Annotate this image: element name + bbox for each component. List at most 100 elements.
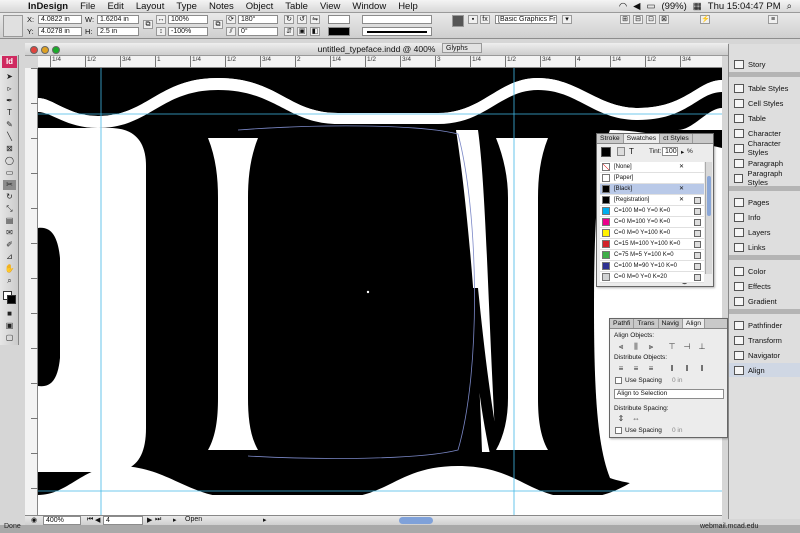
hand-tool-icon[interactable]: ✋ xyxy=(3,264,16,274)
align-top-icon[interactable]: ⊤ xyxy=(666,342,678,351)
rotate-tool-icon[interactable]: ↻ xyxy=(3,192,16,202)
panel-item[interactable]: Layers xyxy=(729,225,800,239)
distribute-bottom-icon[interactable]: ≡ xyxy=(645,364,657,373)
drop-shadow-icon[interactable]: ▪ xyxy=(468,15,478,24)
constrain-proportions-icon[interactable]: ⧉ xyxy=(143,20,153,29)
menu-table[interactable]: Table xyxy=(279,1,314,12)
distribute-right-icon[interactable]: ‖ xyxy=(696,364,708,373)
menu-object[interactable]: Object xyxy=(240,1,279,12)
h-field[interactable]: 2.5 in xyxy=(97,27,139,36)
swatch-row[interactable]: [Black] ✕ xyxy=(600,184,704,195)
stroke-swatch[interactable] xyxy=(328,27,350,36)
align-right-icon[interactable]: ⫸ xyxy=(645,342,657,351)
stroke-weight-field[interactable] xyxy=(362,15,432,24)
align-bottom-icon[interactable]: ⊥ xyxy=(696,342,708,351)
lock-scale-icon[interactable]: ⧉ xyxy=(213,20,223,29)
formatting-container-icon[interactable] xyxy=(617,147,625,156)
type-tool-icon[interactable]: T xyxy=(3,108,16,118)
menu-view[interactable]: View xyxy=(314,1,346,12)
swatch-fill-stroke-icon[interactable] xyxy=(601,147,611,157)
page-icon[interactable]: ◉ xyxy=(31,516,37,524)
panel-item[interactable]: Character xyxy=(729,126,800,140)
distribute-hspace-icon[interactable]: ⇔ xyxy=(630,414,642,423)
spacing-value-2[interactable]: 0 in xyxy=(672,427,682,434)
scale-x-field[interactable]: 100% xyxy=(168,15,208,24)
flag-icon[interactable]: ▦ xyxy=(693,1,702,12)
page-field[interactable]: 4 xyxy=(103,516,143,525)
line-tool-icon[interactable]: ╲ xyxy=(3,132,16,142)
zoom-field[interactable]: 400% xyxy=(43,516,81,525)
rotation-field[interactable]: 180° xyxy=(238,15,278,24)
panel-item[interactable]: Paragraph Styles xyxy=(729,169,800,187)
panel-menu-icon[interactable]: ≡ xyxy=(768,15,778,24)
tab-stroke[interactable]: Stroke xyxy=(597,134,624,143)
panel-item[interactable]: Table Styles xyxy=(729,81,800,95)
menu-window[interactable]: Window xyxy=(346,1,392,12)
stroke-color-icon[interactable] xyxy=(7,295,16,304)
zoom-tool-icon[interactable]: ⌕ xyxy=(3,276,16,286)
menu-file[interactable]: File xyxy=(74,1,101,12)
gradient-tool-icon[interactable]: ▤ xyxy=(3,216,16,226)
quick-apply-icon[interactable]: ⚡ xyxy=(700,15,710,24)
menu-help[interactable]: Help xyxy=(392,1,424,12)
clock[interactable]: Thu 15:04:47 PM xyxy=(708,1,781,12)
panel-item[interactable]: Pages xyxy=(729,195,800,209)
apply-color-icon[interactable]: ■ xyxy=(3,309,16,319)
swatch-row[interactable]: C=0 M=0 Y=100 K=0 xyxy=(600,228,704,239)
fill-proportionally-icon[interactable]: ⊠ xyxy=(659,15,669,24)
style-options-icon[interactable]: ▾ xyxy=(562,15,572,24)
swatch-row[interactable]: C=100 M=90 Y=10 K=0 xyxy=(600,261,704,272)
tab-align[interactable]: Align xyxy=(682,319,706,328)
swatch-row[interactable]: C=0 M=0 Y=0 K=20 xyxy=(600,272,704,283)
distribute-left-icon[interactable]: ‖ xyxy=(666,364,678,373)
swatch-row[interactable]: [Registration] ✕ xyxy=(600,195,704,206)
horizontal-scroll-thumb[interactable] xyxy=(399,517,433,524)
measure-tool-icon[interactable]: ⊿ xyxy=(3,252,16,262)
scale-y-field[interactable]: -100% xyxy=(168,27,208,36)
menu-type[interactable]: Type xyxy=(170,1,203,12)
flip-vertical-icon[interactable]: ⇵ xyxy=(284,27,294,36)
swatch-row[interactable]: C=0 M=100 Y=0 K=0 xyxy=(600,217,704,228)
panel-item[interactable]: Navigator xyxy=(729,348,800,362)
frame-fitting-icon[interactable] xyxy=(452,15,464,27)
swatch-row[interactable]: C=15 M=100 Y=100 K=0 xyxy=(600,239,704,250)
rotate-ccw-icon[interactable]: ↺ xyxy=(297,15,307,24)
swatches-scrollbar[interactable] xyxy=(705,162,712,274)
pen-tool-icon[interactable]: ✒ xyxy=(3,96,16,106)
tint-arrow-icon[interactable]: ▸ xyxy=(681,148,684,156)
swatch-row[interactable]: C=75 M=5 Y=100 K=0 xyxy=(600,250,704,261)
volume-icon[interactable]: ◀ xyxy=(633,1,640,12)
panel-item[interactable]: Transform xyxy=(729,333,800,347)
scale-tool-icon[interactable]: ⤡ xyxy=(3,204,16,214)
tab-transform[interactable]: Trans xyxy=(634,319,659,328)
swatch-row[interactable]: C=100 M=0 Y=0 K=0 xyxy=(600,206,704,217)
panel-item[interactable]: Effects xyxy=(729,279,800,293)
select-content-icon[interactable]: ◧ xyxy=(310,27,320,36)
panel-item[interactable]: Paragraph xyxy=(729,156,800,170)
preflight-icon[interactable]: ▸ xyxy=(173,516,177,524)
tab-object-styles[interactable]: ct Styles xyxy=(660,134,693,143)
prev-page-icon[interactable]: ◀ xyxy=(95,516,100,524)
align-left-icon[interactable]: ⫷ xyxy=(615,342,627,351)
panel-item[interactable]: Info xyxy=(729,210,800,224)
swatch-row[interactable]: [None] ✕ xyxy=(600,162,704,173)
swatch-row[interactable]: [Paper] xyxy=(600,173,704,184)
shear-field[interactable]: 0° xyxy=(238,27,278,36)
glyphs-panel-tab[interactable]: Glyphs xyxy=(442,43,482,53)
direct-selection-tool-icon[interactable]: ▹ xyxy=(3,84,16,94)
use-spacing-checkbox[interactable] xyxy=(615,377,622,384)
object-style-dropdown[interactable]: [Basic Graphics Frame]+ xyxy=(495,15,557,24)
select-container-icon[interactable]: ▣ xyxy=(297,27,307,36)
panel-item[interactable]: Table xyxy=(729,111,800,125)
first-page-icon[interactable]: ⏮ xyxy=(87,516,93,524)
battery-icon[interactable]: ▭ xyxy=(646,1,655,12)
scissors-tool-icon[interactable]: ✂ xyxy=(3,180,16,190)
panel-item[interactable]: Align xyxy=(729,363,800,377)
last-page-icon[interactable]: ⏭ xyxy=(155,516,161,524)
rotate-cw-icon[interactable]: ↻ xyxy=(284,15,294,24)
align-to-dropdown[interactable]: Align to Selection xyxy=(614,389,724,399)
distribute-vcenter-icon[interactable]: ≡ xyxy=(630,364,642,373)
vertical-ruler[interactable] xyxy=(25,68,38,515)
ellipse-tool-icon[interactable]: ◯ xyxy=(3,156,16,166)
reference-point-icon[interactable] xyxy=(3,15,23,37)
